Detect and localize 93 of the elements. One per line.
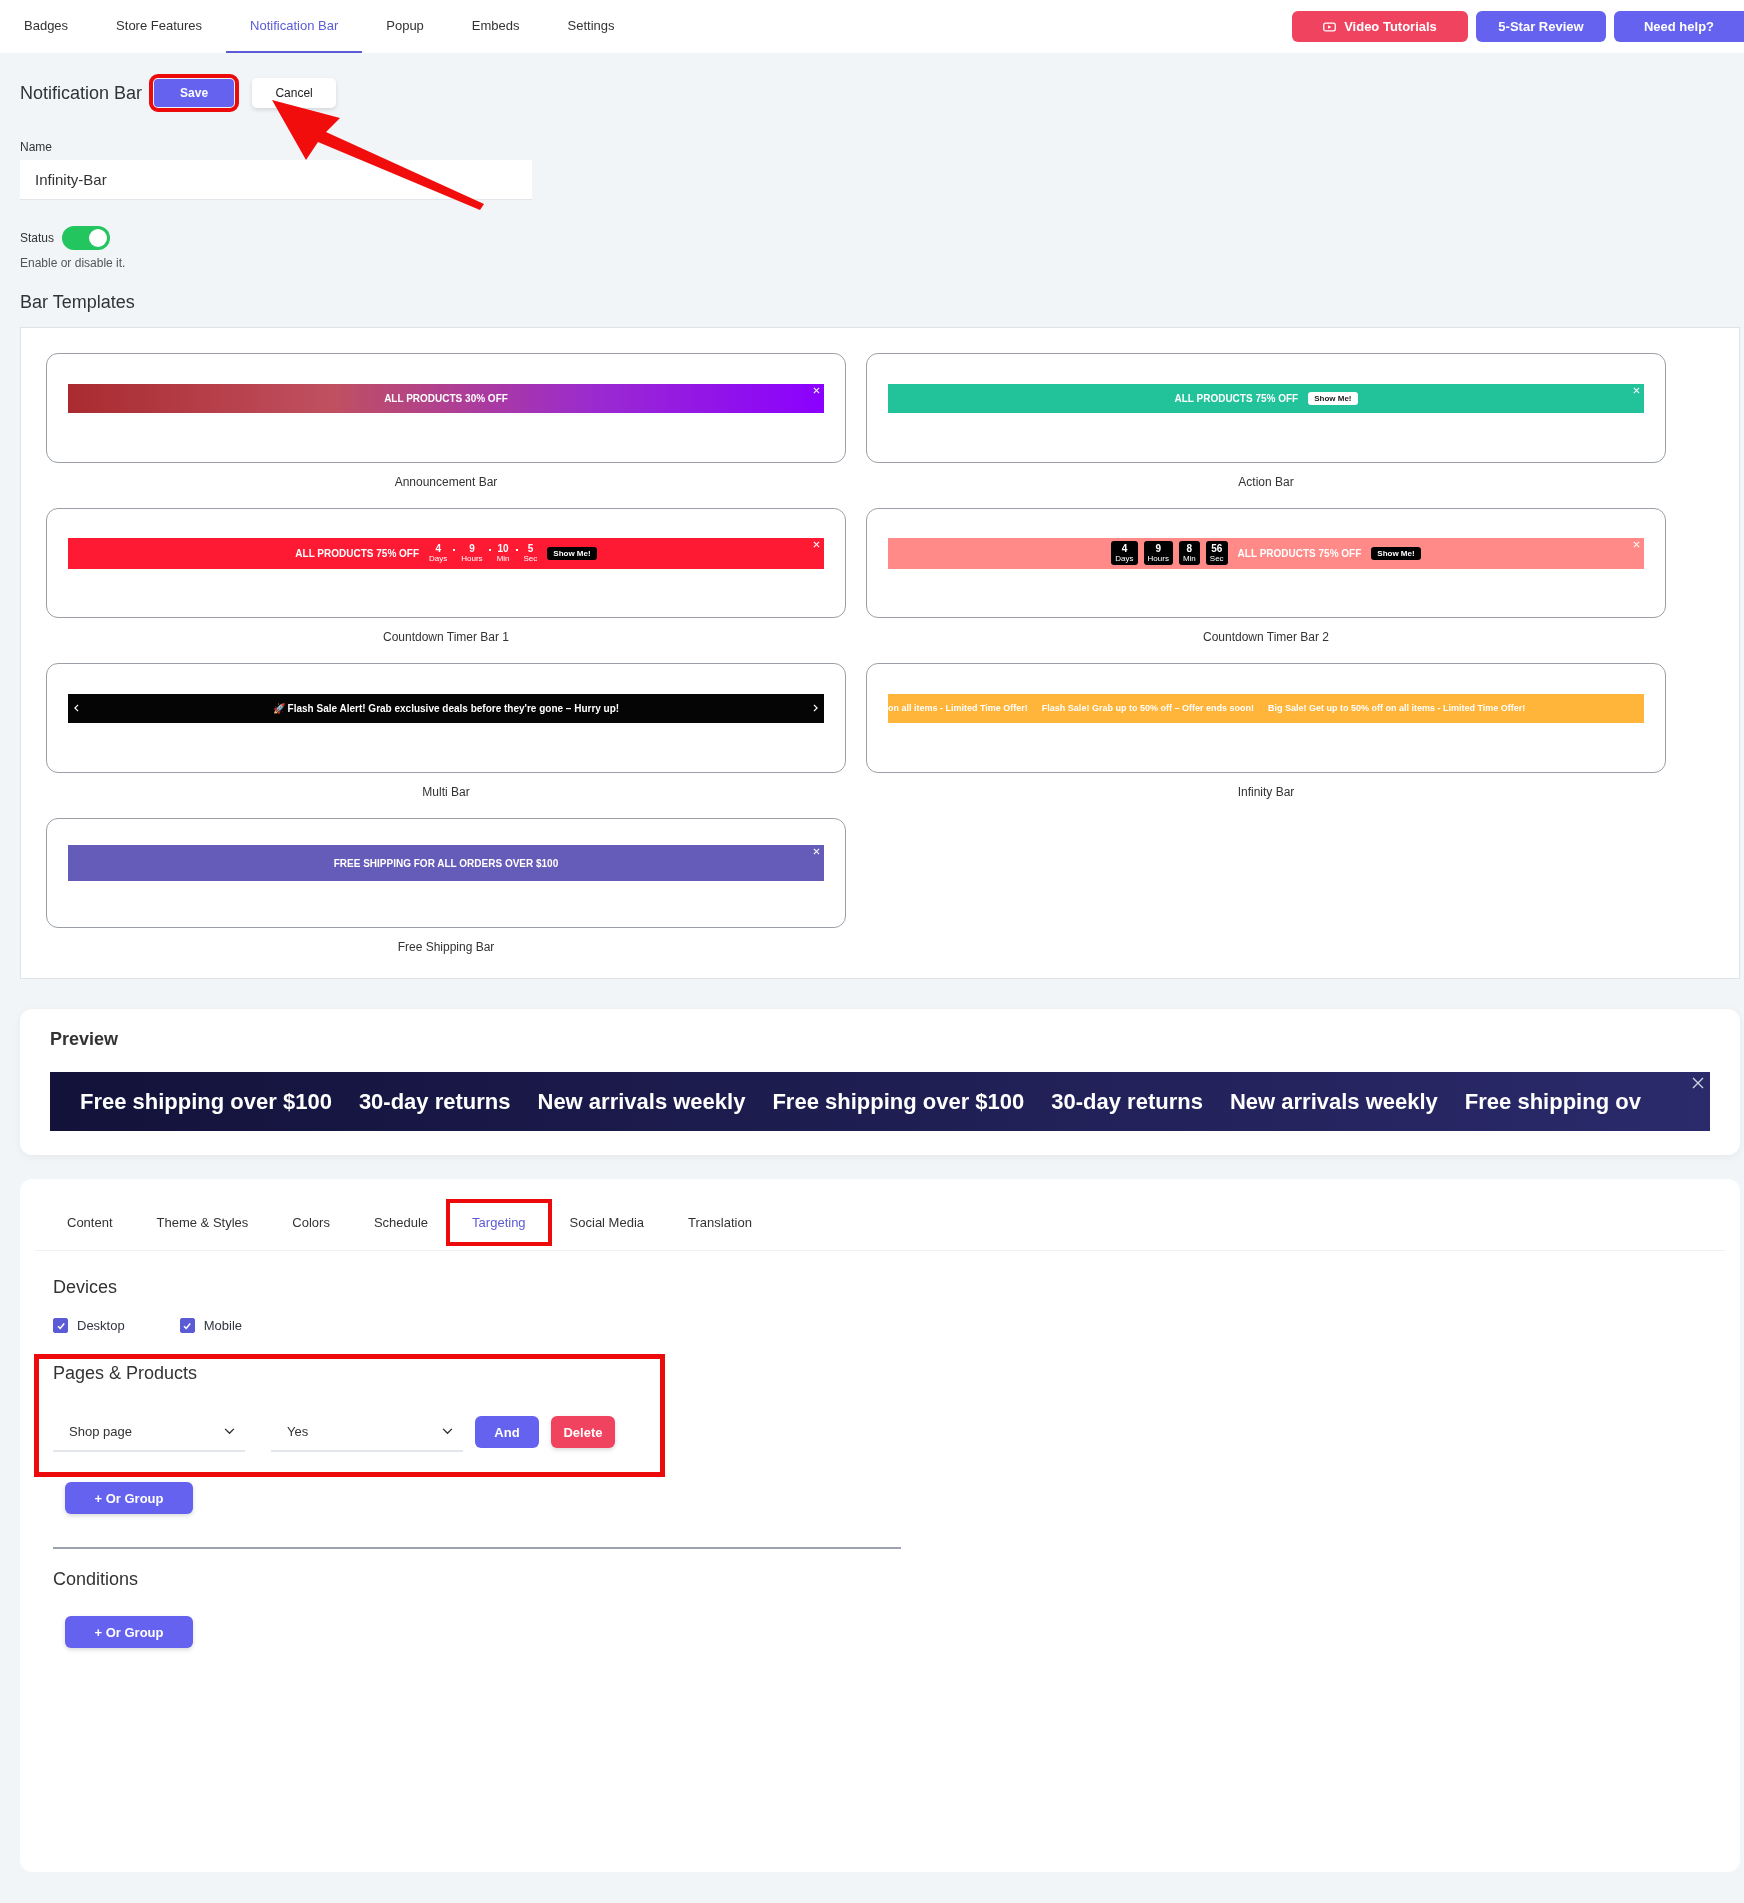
timer-box: 8 Min — [1178, 541, 1200, 565]
timer-box: 9 Hours — [1143, 541, 1173, 565]
editor-tab[interactable]: Schedule — [351, 1203, 451, 1242]
template-card[interactable]: 🚀 Flash Sale Alert! Grab exclusive deals before they're gone – Hurry up! — [46, 663, 846, 773]
template-card[interactable]: 4 Days 9 Hours 8 Min 56 Sec ALL PRODUCTS 75% OFF Show Me! — [866, 508, 1666, 618]
checkbox-label: Desktop — [77, 1318, 125, 1333]
match-select[interactable]: Yes — [271, 1412, 463, 1452]
chevron-down-icon — [442, 1427, 453, 1435]
close-icon — [1633, 540, 1640, 548]
section-title: Bar Templates — [20, 292, 136, 313]
timer-unit: Days — [429, 554, 448, 563]
chevron-left-icon — [74, 703, 79, 712]
or-group-button[interactable]: + Or Group — [65, 1482, 193, 1514]
checkmark-icon — [182, 1320, 193, 1331]
checkbox[interactable] — [53, 1318, 68, 1333]
editor-tab[interactable]: Content — [45, 1203, 135, 1242]
page-select[interactable]: Shop page — [53, 1412, 245, 1452]
bar-text: ALL PRODUCTS 75% OFF — [1174, 392, 1299, 404]
bar-text: Big Sale! Get up to 50% off on all items - Limited Time Offer! — [1267, 703, 1526, 713]
editor-tab[interactable]: Social Media — [547, 1203, 667, 1242]
bar-text: ALL PRODUCTS 30% OFF — [384, 392, 508, 404]
or-group-button[interactable]: + Or Group — [65, 1616, 193, 1648]
play-icon — [1323, 21, 1337, 32]
page-title: Notification Bar — [20, 82, 143, 104]
nav-tab[interactable]: Settings — [543, 0, 639, 53]
checkbox-label: Mobile — [203, 1318, 242, 1333]
template-card[interactable]: ALL PRODUCTS 75% OFF Show Me! — [866, 353, 1666, 463]
bar-button: Show Me! — [1308, 391, 1358, 405]
bar-text: 🚀 Flash Sale Alert! Grab exclusive deals before they're gone – Hurry up! — [272, 702, 620, 714]
nav-tab[interactable]: Popup — [362, 0, 448, 53]
header-button[interactable]: Need help? — [1614, 11, 1744, 42]
bar-button: Show Me! — [547, 546, 597, 560]
field-label: Name — [20, 140, 53, 154]
name-input[interactable]: Infinity-Bar — [20, 160, 532, 200]
close-icon — [813, 386, 820, 394]
template-name: Announcement Bar — [393, 475, 499, 491]
field-label: Status — [20, 231, 55, 245]
section-title: Conditions — [53, 1569, 140, 1590]
template-name: Countdown Timer Bar 1 — [381, 630, 511, 646]
checkbox[interactable] — [179, 1318, 195, 1333]
close-icon — [813, 540, 820, 548]
chevron-right-icon — [813, 703, 818, 712]
timer-value: 4 — [435, 543, 441, 554]
nav-tab[interactable]: Embeds — [447, 0, 544, 53]
timer-unit: Sec — [523, 554, 538, 563]
timer-box: 4 Days — [1111, 541, 1138, 565]
nav-tab[interactable]: Store Features — [92, 0, 227, 53]
template-name: Infinity Bar — [1236, 785, 1296, 801]
and-button[interactable]: And — [475, 1416, 539, 1448]
close-icon[interactable] — [1692, 1077, 1704, 1089]
template-name: Countdown Timer Bar 2 — [1201, 630, 1331, 646]
template-name: Action Bar — [1237, 475, 1295, 491]
section-title: Preview — [50, 1029, 120, 1050]
header-button[interactable]: Video Tutorials — [1292, 11, 1468, 42]
timer-value: 9 — [469, 543, 475, 554]
bar-text: ALL PRODUCTS 75% OFF — [1237, 547, 1362, 559]
bar-text: on all items - Limited Time Offer! — [888, 703, 1028, 713]
bar-text: New arrivals weekly — [537, 1088, 746, 1115]
chevron-down-icon — [224, 1427, 235, 1435]
cancel-button[interactable]: Cancel — [252, 78, 337, 108]
delete-button[interactable]: Delete — [551, 1416, 615, 1448]
section-title: Pages & Products — [53, 1362, 199, 1384]
nav-tab[interactable]: Badges — [0, 0, 93, 53]
editor-tab[interactable]: Theme & Styles — [134, 1203, 271, 1242]
bar-text: Flash Sale! Grab up to 50% off – Offer ends soon! — [1041, 703, 1254, 713]
bar-text: Free shipping over $100 — [772, 1088, 1025, 1115]
close-icon — [1633, 386, 1640, 394]
template-card[interactable]: ALL PRODUCTS 30% OFF — [46, 353, 846, 463]
timer-unit: Hours — [461, 554, 483, 563]
bar-text: ALL PRODUCTS 75% OFF — [295, 547, 420, 559]
timer-unit: Min — [496, 554, 510, 563]
checkmark-icon — [55, 1320, 66, 1331]
section-title: Devices — [53, 1277, 119, 1298]
nav-tab[interactable]: Notification Bar — [226, 0, 363, 53]
bar-text: 30-day returns — [1051, 1088, 1203, 1115]
bar-text: FREE SHIPPING FOR ALL ORDERS OVER $100 — [333, 857, 559, 869]
close-icon — [813, 848, 820, 855]
editor-tab[interactable]: Colors — [270, 1203, 352, 1242]
bar-text: 30-day returns — [358, 1088, 511, 1115]
bar-text: New arrivals weekly — [1229, 1088, 1438, 1115]
template-name: Multi Bar — [421, 785, 471, 801]
hint-text: Enable or disable it. — [20, 256, 127, 270]
bar-text: Free shipping over $100 — [80, 1088, 332, 1115]
status-toggle[interactable] — [62, 226, 111, 250]
template-card[interactable]: FREE SHIPPING FOR ALL ORDERS OVER $100 — [46, 818, 846, 928]
header-button[interactable]: 5-Star Review — [1476, 11, 1606, 42]
timer-box: 56 Sec — [1205, 541, 1228, 565]
timer-value: 10 — [497, 543, 509, 554]
timer-value: 5 — [527, 543, 534, 554]
bar-text: Free shipping ov — [1464, 1088, 1641, 1115]
bar-button: Show Me! — [1371, 546, 1421, 560]
editor-tab[interactable]: Translation — [666, 1203, 774, 1242]
template-name: Free Shipping Bar — [396, 940, 496, 956]
